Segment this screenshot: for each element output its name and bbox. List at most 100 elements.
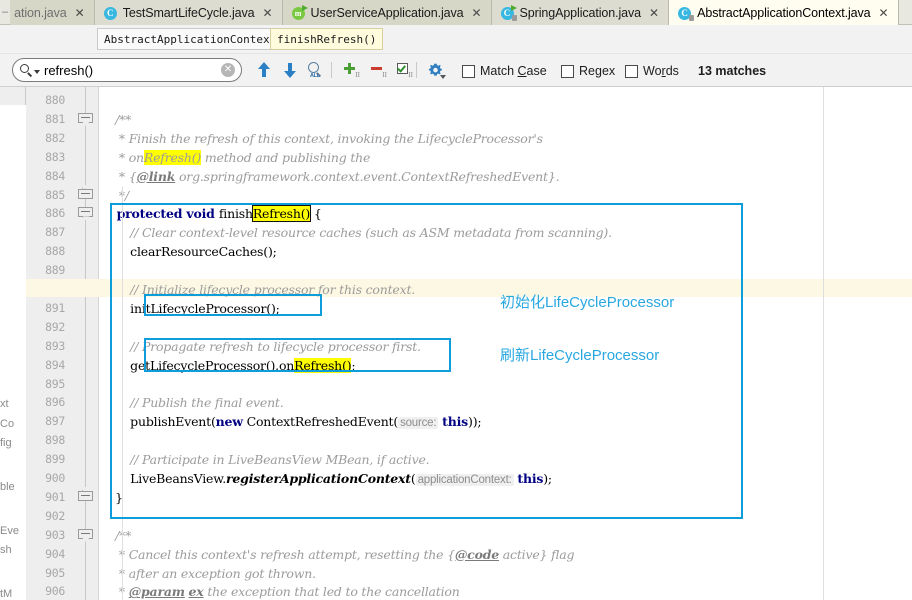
line-number: 892 [45, 319, 65, 334]
find-all-button[interactable]: ALL [303, 58, 327, 82]
editor-tab-label: SpringApplication.java [519, 5, 642, 20]
hidden-panel-text-fragment: tM [0, 588, 13, 600]
code-token: initLifecycleProcessor(); [100, 300, 280, 316]
find-all-icon: ALL [307, 62, 323, 79]
breadcrumb-item-class[interactable]: AbstractApplicationContext [97, 28, 284, 50]
code-line: publishEvent(new ContextRefreshedEvent(s… [100, 414, 482, 430]
code-token: * on [100, 149, 144, 165]
code-token: ContextRefreshedEvent( [242, 414, 399, 430]
checkbox-box[interactable] [561, 64, 574, 78]
hidden-tool-panel: xtxtCofigbleEveshtMscAprocyPoiist [0, 25, 26, 600]
code-line: clearResourceCaches(); [100, 244, 277, 259]
line-number: 905 [45, 565, 65, 580]
remove-occurrence-button[interactable]: II [366, 58, 390, 82]
plus-icon: II [343, 62, 360, 79]
editor-tab-1[interactable]: C TestSmartLifeCycle.java ✕ [94, 0, 283, 25]
hidden-panel-text-fragment: Co [0, 418, 15, 430]
find-all-label: ALL [310, 73, 320, 79]
select-all-occurrences-button[interactable]: II [392, 58, 416, 82]
line-number: 886 [45, 206, 65, 221]
line-number: 881 [45, 111, 65, 126]
editor-tab-label: TestSmartLifeCycle.java [122, 5, 255, 20]
search-icon [20, 63, 33, 77]
code-token: // Clear context-level resource caches (… [100, 225, 612, 241]
close-icon[interactable]: ✕ [648, 7, 660, 19]
editor-tab-3[interactable]: C SpringApplication.java ✕ [491, 0, 670, 25]
editor-tab-0[interactable]: ation.java ✕ [10, 0, 95, 25]
line-number: 902 [45, 508, 65, 523]
breadcrumb-item-method[interactable]: finishRefresh() [270, 28, 384, 50]
regex-checkbox[interactable]: Regex [561, 64, 615, 78]
line-number: 903 [45, 527, 65, 542]
line-number: 883 [45, 149, 65, 164]
close-icon[interactable]: ✕ [878, 7, 890, 19]
line-number: 884 [45, 168, 65, 183]
code-token: @code [454, 546, 500, 562]
code-token: * Cancel this context's refresh attempt,… [100, 546, 455, 562]
code-token: clearResourceCaches(); [100, 244, 277, 260]
close-icon[interactable]: ✕ [261, 7, 273, 19]
search-input[interactable] [44, 62, 221, 78]
checkbox-box[interactable] [462, 64, 475, 78]
code-token: /** [100, 527, 132, 543]
add-occurrence-button[interactable]: II [339, 58, 363, 82]
hidden-panel-text-fragment: fig [0, 437, 12, 449]
chevron-down-icon[interactable] [34, 69, 40, 74]
breadcrumb-label: AbstractApplicationContext [104, 32, 277, 46]
tab-scroll-indicator: – [2, 6, 9, 18]
match-case-checkbox[interactable]: Match Case [462, 64, 547, 78]
code-token: @link [136, 168, 176, 184]
code-token: ); [543, 471, 552, 486]
checkbox-box[interactable] [625, 64, 638, 78]
code-line: * {@link org.springframework.context.eve… [100, 168, 560, 184]
code-line: } [100, 490, 123, 505]
refresh-lifecycle-annotation: 刷新LifeCycleProcessor [500, 347, 660, 364]
fold-expand-icon[interactable] [78, 528, 93, 542]
fold-collapse-icon[interactable] [78, 486, 93, 504]
fold-expand-icon[interactable] [78, 207, 93, 221]
code-line: */ [100, 188, 129, 203]
code-token: finish [218, 206, 253, 222]
close-icon[interactable]: ✕ [470, 7, 482, 19]
code-token: active} flag [499, 546, 575, 562]
editor-tab-4-active[interactable]: C AbstractApplicationContext.java ✕ [669, 0, 899, 25]
find-settings-button[interactable] [423, 58, 447, 82]
code-editor[interactable]: 8808818828838848858868878888898908918928… [26, 87, 912, 600]
search-field-wrapper[interactable]: ✕ [12, 58, 242, 82]
line-number: 894 [45, 357, 65, 372]
line-number-gutter[interactable]: 8808818828838848858868878888898908918928… [26, 87, 99, 600]
code-line: // Participate in LiveBeansView MBean, i… [100, 452, 429, 467]
fold-expand-icon[interactable] [78, 112, 93, 126]
hidden-panel-text-fragment: Eve [0, 525, 19, 537]
clear-search-icon[interactable]: ✕ [221, 63, 235, 77]
line-number: 880 [45, 93, 65, 107]
code-token: protected void [100, 206, 219, 222]
line-number: 901 [45, 489, 65, 504]
code-token: method and publishing the [201, 149, 371, 165]
code-line: * Cancel this context's refresh attempt,… [100, 546, 575, 562]
code-line: * after an exception got thrown. [100, 566, 316, 581]
code-token: registerApplicationContext [226, 471, 411, 486]
code-token: ; [351, 357, 356, 373]
code-token: // Initialize lifecycle processor for th… [100, 282, 416, 297]
minus-icon: II [370, 62, 387, 79]
code-token: Refresh() [251, 205, 312, 223]
fold-collapse-icon[interactable] [78, 184, 93, 202]
editor-tab-2[interactable]: m UserServiceApplication.java ✕ [282, 0, 492, 25]
code-line: /** [100, 112, 131, 127]
code-token: publishEvent( [100, 414, 216, 430]
find-next-button[interactable] [278, 58, 302, 82]
toolbar-divider [331, 62, 332, 78]
line-number: 887 [45, 225, 65, 240]
line-number: 898 [45, 433, 65, 448]
run-arrow-icon [301, 4, 308, 11]
close-icon[interactable]: ✕ [74, 7, 86, 19]
find-previous-button[interactable] [252, 58, 276, 82]
code-token: // Participate in LiveBeansView MBean, i… [100, 452, 430, 468]
code-token: @param [128, 584, 185, 600]
line-number: 893 [45, 338, 65, 353]
code-token: Refresh() [143, 149, 202, 165]
code-line: * Finish the refresh of this context, in… [100, 131, 543, 146]
words-checkbox[interactable]: Words [625, 64, 679, 78]
java-class-badge: C [103, 6, 117, 20]
